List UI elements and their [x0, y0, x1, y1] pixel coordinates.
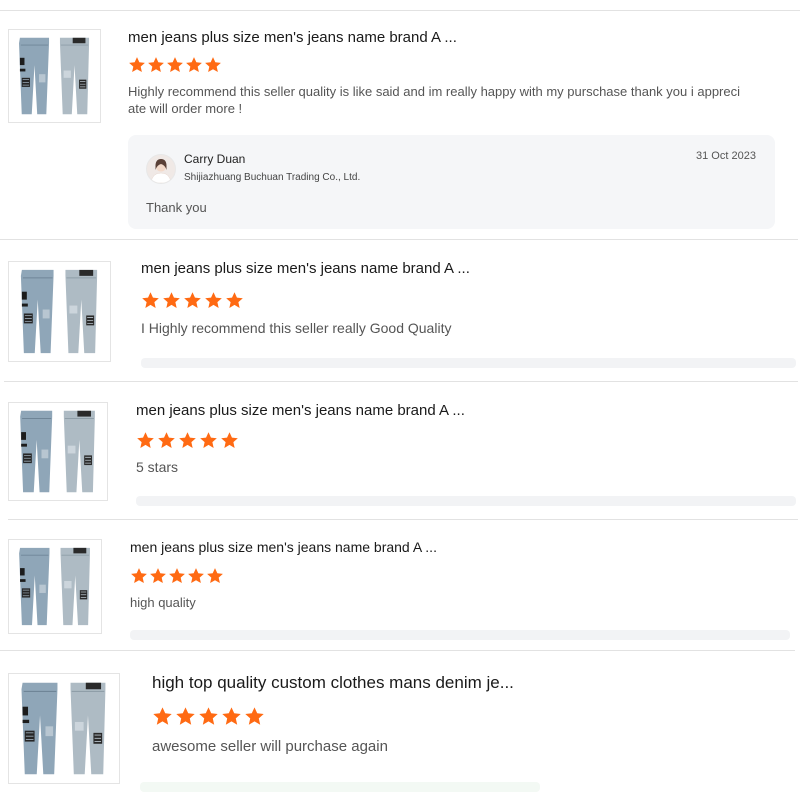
- star-icon: [205, 57, 221, 73]
- star-icon: [222, 707, 241, 725]
- star-rating: [136, 431, 241, 450]
- review-text: awesome seller will purchase again: [152, 738, 388, 755]
- star-icon: [163, 292, 180, 308]
- product-thumbnail[interactable]: [8, 539, 102, 634]
- star-icon: [245, 707, 264, 725]
- star-icon: [221, 432, 238, 448]
- product-title[interactable]: men jeans plus size men's jeans name bra…: [128, 29, 457, 46]
- star-icon: [131, 568, 147, 584]
- jeans-product-image: [10, 262, 109, 361]
- reply-preview: [130, 630, 790, 640]
- review-card: men jeans plus size men's jeans name bra…: [0, 382, 800, 519]
- star-icon: [148, 57, 164, 73]
- star-rating: [128, 56, 223, 74]
- reply-text: Thank you: [146, 200, 207, 215]
- review-text: Highly recommend this seller quality is …: [128, 84, 740, 116]
- star-icon: [158, 432, 175, 448]
- star-icon: [188, 568, 204, 584]
- star-icon: [226, 292, 243, 308]
- jeans-product-image: [9, 30, 100, 122]
- star-icon: [142, 292, 159, 308]
- star-icon: [199, 707, 218, 725]
- star-icon: [167, 57, 183, 73]
- star-rating: [141, 291, 246, 310]
- seller-company: Shijiazhuang Buchuan Trading Co., Ltd.: [184, 172, 361, 183]
- jeans-product-image: [9, 403, 107, 500]
- star-icon: [153, 707, 172, 725]
- star-icon: [205, 292, 222, 308]
- product-title[interactable]: men jeans plus size men's jeans name bra…: [130, 539, 437, 555]
- star-icon: [186, 57, 202, 73]
- review-card: men jeans plus size men's jeans name bra…: [0, 240, 800, 380]
- review-card: men jeans plus size men's jeans name bra…: [0, 0, 800, 240]
- review-text: high quality: [130, 595, 196, 610]
- review-card: men jeans plus size men's jeans name bra…: [0, 520, 800, 650]
- star-icon: [184, 292, 201, 308]
- seller-name: Carry Duan: [184, 152, 246, 166]
- jeans-product-image: [9, 674, 119, 783]
- product-thumbnail[interactable]: [8, 673, 120, 784]
- review-card: high top quality custom clothes mans den…: [0, 651, 800, 800]
- seller-avatar: [146, 154, 176, 184]
- reply-preview: [140, 782, 540, 792]
- product-title[interactable]: men jeans plus size men's jeans name bra…: [141, 260, 470, 277]
- star-icon: [150, 568, 166, 584]
- star-icon: [137, 432, 154, 448]
- product-title[interactable]: high top quality custom clothes mans den…: [152, 673, 514, 693]
- star-rating: [130, 567, 225, 585]
- star-icon: [179, 432, 196, 448]
- reply-preview: [136, 496, 796, 506]
- review-text: I Highly recommend this seller really Go…: [141, 320, 452, 336]
- reply-date: 31 Oct 2023: [696, 150, 756, 162]
- product-thumbnail[interactable]: [8, 261, 111, 362]
- review-text: 5 stars: [136, 459, 179, 475]
- star-icon: [176, 707, 195, 725]
- product-title[interactable]: men jeans plus size men's jeans name bra…: [136, 402, 465, 419]
- seller-reply: Carry Duan Shijiazhuang Buchuan Trading …: [128, 135, 775, 229]
- star-icon: [200, 432, 217, 448]
- star-icon: [169, 568, 185, 584]
- star-icon: [207, 568, 223, 584]
- star-icon: [129, 57, 145, 73]
- product-thumbnail[interactable]: [8, 402, 108, 501]
- star-rating: [152, 706, 267, 727]
- product-thumbnail[interactable]: [8, 29, 101, 123]
- reply-preview: [141, 358, 796, 368]
- jeans-product-image: [9, 540, 101, 633]
